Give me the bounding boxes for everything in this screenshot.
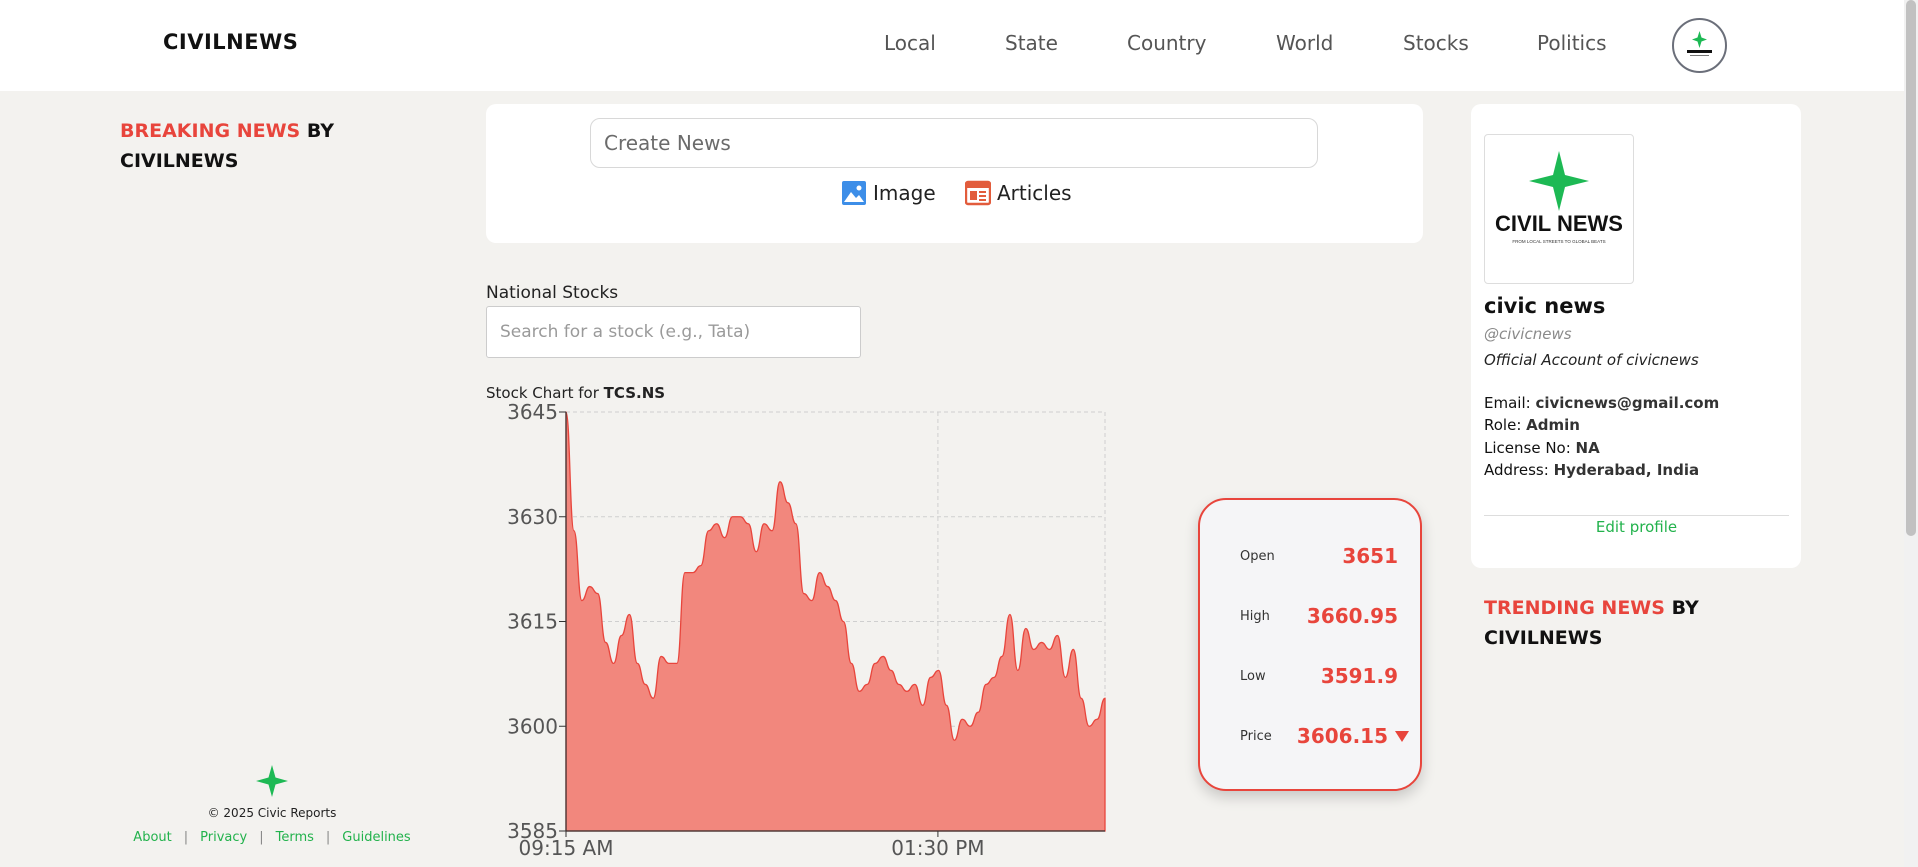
quote-price-row: Price 3606.15: [1240, 721, 1410, 751]
site-footer: © 2025 Civic Reports About | Privacy | T…: [120, 764, 424, 845]
nav-state[interactable]: State: [1005, 31, 1058, 55]
profile-email: Email: civicnews@gmail.com: [1484, 394, 1720, 412]
footer-link-about[interactable]: About: [133, 830, 171, 845]
copyright-text: © 2025 Civic Reports: [207, 806, 337, 820]
nav-country[interactable]: Country: [1127, 31, 1206, 55]
profile-handle: @civicnews: [1484, 325, 1572, 343]
image-icon: [842, 181, 866, 205]
scrollbar-thumb[interactable]: [1906, 0, 1916, 536]
articles-button-label: Articles: [997, 181, 1072, 205]
footer-link-terms[interactable]: Terms: [276, 830, 314, 845]
y-tick-label: 3615: [507, 610, 558, 634]
nav-politics[interactable]: Politics: [1537, 31, 1607, 55]
footer-links: About | Privacy | Terms | Guidelines: [120, 830, 424, 845]
footer-divider: |: [325, 830, 331, 845]
svg-text:CIVIL NEWS: CIVIL NEWS: [1495, 211, 1623, 236]
create-news-card: Image Articles: [486, 104, 1423, 243]
footer-divider: |: [259, 830, 264, 845]
y-tick-label: 3630: [507, 505, 558, 529]
nav-local[interactable]: Local: [884, 31, 936, 55]
footer-divider: |: [183, 830, 189, 845]
brand-logo-text[interactable]: CIVILNEWS: [163, 30, 298, 54]
quote-high-row: High 3660.95: [1240, 601, 1410, 631]
profile-divider: [1484, 515, 1789, 516]
profile-name: civic news: [1484, 294, 1606, 318]
national-stocks-label: National Stocks: [486, 283, 619, 303]
x-tick-label: 09:15 AM: [519, 836, 614, 860]
profile-license: License No: NA: [1484, 439, 1600, 457]
quote-open-value: 3651: [1342, 544, 1398, 568]
create-news-input[interactable]: [590, 118, 1318, 168]
image-button-label: Image: [873, 181, 936, 205]
nav-stocks[interactable]: Stocks: [1403, 31, 1469, 55]
green-star-icon: [256, 765, 288, 797]
svg-text:FROM LOCAL STREETS TO GLOBAL B: FROM LOCAL STREETS TO GLOBAL BEATS: [1512, 239, 1605, 244]
y-tick-label: 3645: [507, 400, 558, 424]
stock-area-chart: 3585360036153630364509:15 AM 01:30 PM: [507, 400, 1106, 860]
x-tick-label: 01:30 PM: [891, 836, 984, 860]
quote-low-row: Low 3591.9: [1240, 661, 1410, 691]
nav-world[interactable]: World: [1276, 31, 1333, 55]
quote-open-row: Open 3651: [1240, 541, 1410, 571]
profile-card: CIVIL NEWS FROM LOCAL STREETS TO GLOBAL …: [1471, 104, 1801, 568]
price-down-arrow-icon: [1395, 731, 1409, 742]
civil-news-logo-icon: CIVIL NEWS FROM LOCAL STREETS TO GLOBAL …: [1495, 151, 1623, 244]
breaking-news-heading: BREAKING NEWS BY CIVILNEWS: [120, 120, 335, 172]
edit-profile-link[interactable]: Edit profile: [1484, 518, 1789, 536]
articles-icon: [965, 180, 991, 206]
profile-avatar[interactable]: [1672, 18, 1727, 73]
quote-low-value: 3591.9: [1320, 664, 1398, 688]
avatar-logo-icon: [1687, 31, 1712, 56]
quote-price-value: 3606.15: [1296, 724, 1388, 748]
y-tick-label: 3600: [507, 714, 558, 738]
profile-description: Official Account of civicnews: [1484, 351, 1699, 369]
profile-logo: CIVIL NEWS FROM LOCAL STREETS TO GLOBAL …: [1484, 134, 1634, 284]
image-button[interactable]: Image: [841, 180, 936, 206]
footer-link-privacy[interactable]: Privacy: [200, 830, 247, 845]
trending-news-heading: TRENDING NEWS BY CIVILNEWS: [1484, 597, 1699, 649]
stock-search-input[interactable]: [486, 306, 861, 358]
profile-address: Address: Hyderabad, India: [1484, 461, 1700, 479]
top-header: CIVILNEWS Local State Country World Stoc…: [0, 0, 1904, 91]
articles-button[interactable]: Articles: [965, 180, 1072, 206]
stock-quote-card: Open 3651 High 3660.95 Low 3591.9 Price …: [1198, 498, 1422, 791]
quote-high-value: 3660.95: [1306, 604, 1398, 628]
footer-link-guidelines[interactable]: Guidelines: [342, 830, 410, 845]
profile-role: Role: Admin: [1484, 416, 1580, 434]
